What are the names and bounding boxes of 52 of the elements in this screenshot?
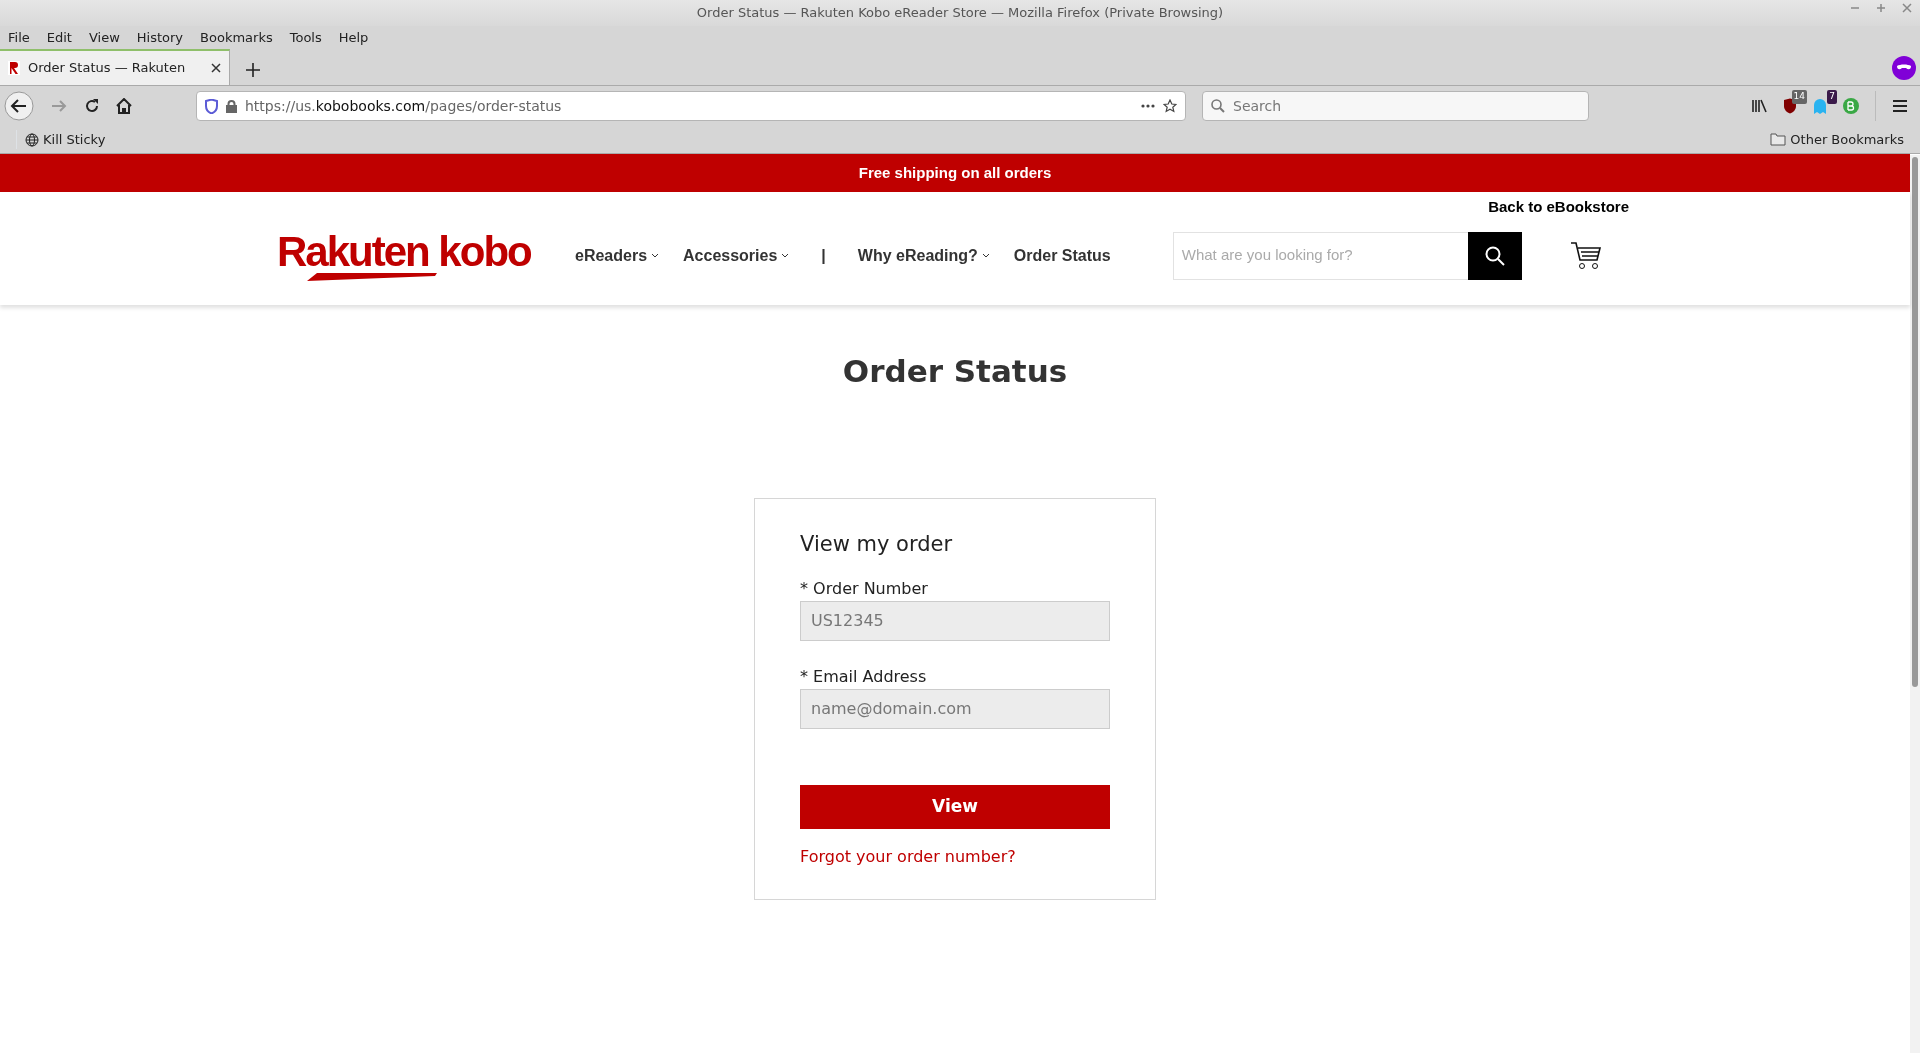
menu-item[interactable]: Edit: [46, 28, 72, 48]
view-button[interactable]: View: [800, 784, 1110, 829]
count-badge: 14: [1791, 90, 1807, 104]
menu-item[interactable]: History: [136, 28, 184, 48]
lock-icon: [226, 99, 237, 113]
input-field[interactable]: US12345: [800, 600, 1110, 641]
field-label: * Order Number: [800, 577, 929, 600]
search-button[interactable]: [1467, 231, 1522, 280]
promo-text: Free shipping on all orders: [858, 162, 1052, 183]
library-icon[interactable]: [1751, 99, 1767, 113]
nav-separator: |: [820, 245, 827, 266]
search-icon: [1211, 99, 1225, 113]
nav-link[interactable]: Accessories: [683, 243, 790, 268]
bookmark-folder[interactable]: Other Bookmarks: [1770, 129, 1904, 150]
window-title: Order Status — Rakuten Kobo eReader Store — Mozilla Firefox (Private Browsing): [696, 4, 1224, 23]
page-actions-icon[interactable]: [1141, 104, 1155, 108]
close-icon[interactable]: [1902, 3, 1912, 13]
folder-icon: [1770, 133, 1787, 146]
browser-tab[interactable]: Order Status — Rakuten: [0, 49, 230, 85]
private-browsing-icon: [1892, 56, 1916, 80]
menu-item[interactable]: View: [88, 28, 120, 48]
form-title: View my order: [800, 531, 954, 559]
bookmark-item[interactable]: Kill Sticky: [16, 129, 106, 150]
menu-item[interactable]: Bookmarks: [200, 28, 273, 48]
globe-icon: [25, 132, 39, 147]
tab-favicon-icon: [8, 61, 20, 75]
menu-item[interactable]: Tools: [289, 28, 322, 48]
nav-link[interactable]: Why eReading?: [857, 243, 990, 268]
shield-icon: [205, 98, 218, 114]
close-tab-icon[interactable]: [211, 63, 221, 73]
nav-link[interactable]: eReaders: [575, 243, 660, 268]
search-icon: [1484, 245, 1505, 266]
field-label: * Email Address: [800, 665, 928, 688]
back-link[interactable]: Back to eBookstore: [1488, 196, 1629, 219]
cart-icon[interactable]: [1569, 240, 1602, 271]
page-heading: Order Status: [842, 353, 1068, 391]
bookmark-star-icon[interactable]: [1163, 99, 1177, 113]
menu-icon[interactable]: [1892, 99, 1908, 113]
reload-icon[interactable]: [84, 98, 100, 114]
maximize-icon[interactable]: [1876, 3, 1886, 13]
back-icon[interactable]: [4, 91, 34, 121]
url-field[interactable]: https://us.kobobooks.com/pages/order-status: [196, 91, 1186, 121]
home-icon[interactable]: [116, 98, 132, 114]
grade-extension-icon[interactable]: [1843, 98, 1859, 114]
forgot-link[interactable]: Forgot your order number?: [800, 846, 1016, 866]
input-field[interactable]: name@domain.com: [800, 688, 1110, 729]
browser-search-field[interactable]: Search: [1202, 91, 1589, 121]
count-badge: 7: [1827, 90, 1837, 104]
menu-item[interactable]: Help: [338, 28, 369, 48]
nav-link[interactable]: Order Status: [1013, 243, 1111, 268]
menu-item[interactable]: File: [8, 28, 30, 48]
new-tab-icon[interactable]: [246, 63, 260, 77]
